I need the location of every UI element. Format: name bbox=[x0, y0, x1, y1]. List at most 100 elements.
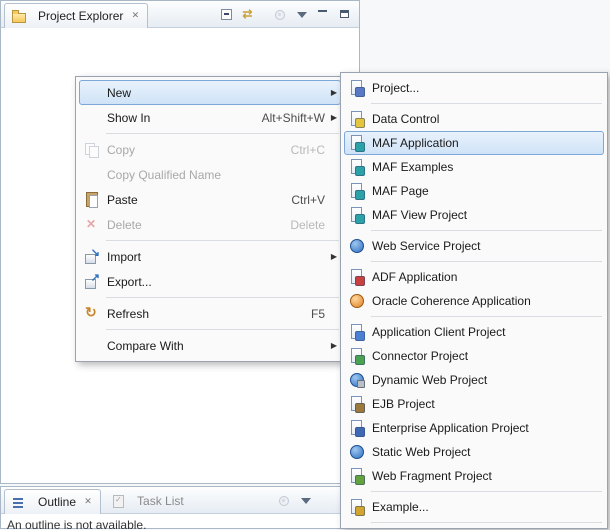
view-menu-icon[interactable] bbox=[297, 492, 315, 509]
menu-item-import[interactable]: Import ▶ bbox=[79, 244, 341, 269]
menu-item-label: Oracle Coherence Application bbox=[372, 294, 531, 308]
outline-icon bbox=[11, 494, 27, 510]
menu-item-label: Import bbox=[107, 249, 142, 264]
menu-item-paste[interactable]: Paste Ctrl+V bbox=[79, 187, 341, 212]
menu-item-label: Show In bbox=[107, 110, 151, 125]
outline-panel: Outline ✕ Task List An outline is not av… bbox=[0, 486, 360, 530]
maf-application-icon bbox=[349, 135, 365, 152]
menu-item-refresh[interactable]: Refresh F5 bbox=[79, 301, 341, 326]
menu-item-oracle-coherence-application[interactable]: Oracle Coherence Application bbox=[344, 289, 604, 313]
menu-item-label: MAF Application bbox=[372, 136, 459, 150]
menu-item-maf-view-project[interactable]: MAF View Project bbox=[344, 203, 604, 227]
close-icon[interactable]: ✕ bbox=[129, 10, 141, 21]
menu-separator bbox=[371, 522, 602, 523]
menu-item-application-client-project[interactable]: Application Client Project bbox=[344, 320, 604, 344]
menu-item-export[interactable]: Export... bbox=[79, 269, 341, 294]
copy-icon bbox=[84, 142, 100, 158]
menu-separator bbox=[106, 240, 339, 241]
menu-item-label: Dynamic Web Project bbox=[372, 373, 488, 387]
menu-item-label: Application Client Project bbox=[372, 325, 506, 339]
menu-item-shortcut: F5 bbox=[310, 306, 325, 321]
menu-item-dynamic-web-project[interactable]: Dynamic Web Project bbox=[344, 368, 604, 392]
enterprise-application-project-icon bbox=[349, 420, 365, 437]
close-icon[interactable]: ✕ bbox=[82, 496, 94, 507]
outline-toolbar bbox=[275, 492, 315, 509]
menu-separator bbox=[371, 230, 602, 231]
menu-item-maf-examples[interactable]: MAF Examples bbox=[344, 155, 604, 179]
collapse-all-icon[interactable] bbox=[218, 6, 236, 23]
menu-item-example[interactable]: Example... bbox=[344, 495, 604, 519]
tab-outline[interactable]: Outline ✕ bbox=[4, 488, 102, 514]
view-menu-disabled-icon bbox=[275, 492, 293, 509]
ejb-project-icon bbox=[349, 396, 365, 413]
submenu-arrow-icon: ▶ bbox=[330, 252, 337, 261]
menu-separator bbox=[106, 297, 339, 298]
adf-application-icon bbox=[349, 269, 365, 286]
menu-item-label: Connector Project bbox=[372, 349, 469, 363]
menu-item-label: New bbox=[107, 85, 132, 100]
menu-item-adf-application[interactable]: ADF Application bbox=[344, 265, 604, 289]
menu-item-show-in[interactable]: Show In Alt+Shift+W ▶ bbox=[79, 105, 341, 130]
export-icon bbox=[84, 271, 100, 290]
menu-item-label: Web Service Project bbox=[372, 239, 481, 253]
static-web-project-icon bbox=[349, 444, 365, 460]
connector-project-icon bbox=[349, 348, 365, 365]
tab-task-list[interactable]: Task List bbox=[104, 489, 194, 513]
maximize-icon[interactable] bbox=[337, 6, 355, 23]
menu-item-label: Enterprise Application Project bbox=[372, 421, 529, 435]
web-fragment-project-icon bbox=[349, 468, 365, 485]
menu-item-shortcut: Ctrl+C bbox=[290, 142, 325, 157]
view-menu-icon[interactable] bbox=[293, 6, 311, 23]
menu-item-data-control[interactable]: Data Control bbox=[344, 107, 604, 131]
status-message: An outline is not available. bbox=[7, 518, 147, 530]
menu-item-copy-qualified-name: Copy Qualified Name bbox=[79, 162, 341, 187]
menu-item-label: Data Control bbox=[372, 112, 440, 126]
menu-item-label: Paste bbox=[107, 192, 138, 207]
menu-item-label: Refresh bbox=[107, 306, 150, 321]
blank-icon bbox=[84, 110, 100, 126]
blank-icon bbox=[84, 85, 100, 101]
menu-item-maf-page[interactable]: MAF Page bbox=[344, 179, 604, 203]
tab-label-task-list: Task List bbox=[137, 494, 184, 508]
menu-item-shortcut: Ctrl+V bbox=[291, 192, 325, 207]
submenu-arrow-icon: ▶ bbox=[330, 113, 337, 122]
menu-item-web-service-project[interactable]: Web Service Project bbox=[344, 234, 604, 258]
coherence-application-icon bbox=[349, 293, 365, 309]
menu-item-compare-with[interactable]: Compare With ▶ bbox=[79, 333, 341, 358]
menu-item-label: Compare With bbox=[107, 338, 184, 353]
menu-item-static-web-project[interactable]: Static Web Project bbox=[344, 440, 604, 464]
menu-item-project[interactable]: Project... bbox=[344, 76, 604, 100]
minimize-icon[interactable] bbox=[315, 6, 333, 23]
explorer-toolbar-right bbox=[271, 6, 355, 23]
menu-separator bbox=[106, 329, 339, 330]
project-explorer-icon bbox=[11, 8, 27, 24]
blank-icon bbox=[84, 167, 100, 183]
menu-item-shortcut: Delete bbox=[290, 217, 325, 232]
submenu-arrow-icon: ▶ bbox=[330, 88, 337, 97]
menu-item-other[interactable]: Other...Ctrl+N bbox=[344, 526, 604, 528]
menu-item-label: Example... bbox=[372, 500, 429, 514]
paste-icon bbox=[84, 191, 100, 208]
application-client-project-icon bbox=[349, 324, 365, 341]
menu-separator bbox=[371, 103, 602, 104]
link-with-editor-icon[interactable] bbox=[240, 6, 258, 23]
delete-icon bbox=[84, 217, 100, 233]
menu-item-label: Copy Qualified Name bbox=[107, 167, 222, 182]
web-service-project-icon bbox=[349, 238, 365, 254]
menu-item-ejb-project[interactable]: EJB Project bbox=[344, 392, 604, 416]
menu-item-label: Project... bbox=[372, 81, 420, 95]
menu-item-connector-project[interactable]: Connector Project bbox=[344, 344, 604, 368]
outline-header: Outline ✕ Task List bbox=[1, 487, 359, 514]
import-icon bbox=[84, 246, 100, 265]
menu-item-label: ADF Application bbox=[372, 270, 458, 284]
menu-item-enterprise-application-project[interactable]: Enterprise Application Project bbox=[344, 416, 604, 440]
tab-project-explorer[interactable]: Project Explorer ✕ bbox=[4, 2, 149, 28]
tab-label-outline: Outline bbox=[38, 494, 77, 509]
menu-item-label: Static Web Project bbox=[372, 445, 471, 459]
menu-item-maf-application[interactable]: MAF Application bbox=[344, 131, 604, 155]
menu-item-web-fragment-project[interactable]: Web Fragment Project bbox=[344, 464, 604, 488]
menu-item-new[interactable]: New ▶ bbox=[79, 80, 341, 105]
menu-item-delete: Delete Delete bbox=[79, 212, 341, 237]
menu-separator bbox=[106, 133, 339, 134]
context-menu: New ▶ Show In Alt+Shift+W ▶ Copy Ctrl+C Copy Qu… bbox=[75, 76, 345, 362]
